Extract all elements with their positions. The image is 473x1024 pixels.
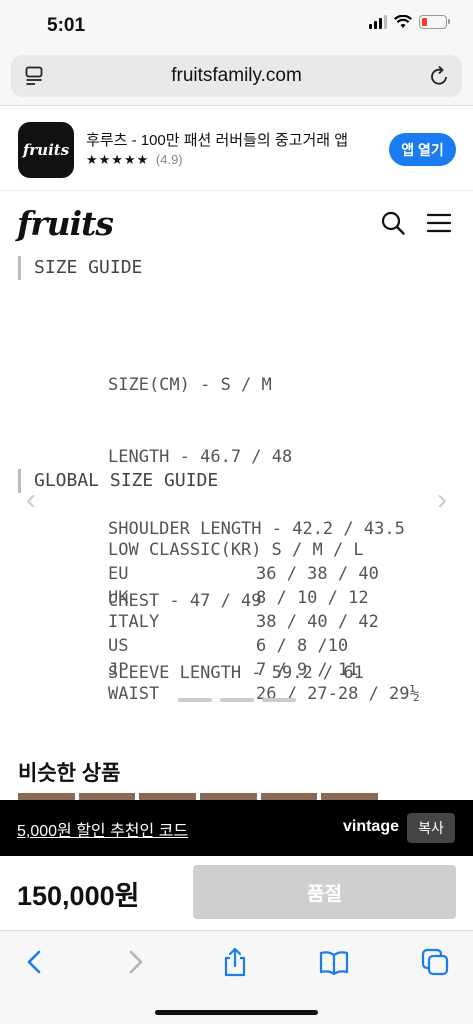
sold-out-button[interactable]: 품절 [193,865,456,919]
global-size-row: UK 8 / 10 / 12 [108,586,420,610]
product-description-image: SIZE GUIDE SIZE(CM) - S / M LENGTH - 46.… [0,253,473,748]
app-rating: ★★★★★ (4.9) [86,152,183,168]
global-size-value: 36 / 38 / 40 [256,564,379,584]
referral-bar: 5,000원 할인 추천인 코드 vintage 복사 [0,800,473,856]
battery-icon [419,15,450,29]
rating-score: (4.9) [155,152,183,167]
size-guide-heading: SIZE GUIDE [18,256,142,280]
wifi-icon [394,15,412,28]
similar-products-title: 비슷한 상품 [18,762,121,785]
global-size-header-row: LOW CLASSIC(KR) S / M / L [108,538,420,562]
back-icon[interactable] [20,947,50,977]
global-size-value: S / M / L [271,540,364,560]
global-size-value: 8 / 10 / 12 [256,588,369,608]
global-size-value: 6 / 8 /10 [256,636,349,656]
size-line: SIZE(CM) - S / M [108,375,272,395]
cellular-signal-icon [369,15,387,29]
star-rating-icon: ★★★★★ [86,152,150,167]
hamburger-menu-icon[interactable] [427,213,451,233]
status-bar: 5:01 [0,0,473,50]
purchase-bar: 150,000원 품절 [0,856,473,930]
image-pagination-dots [178,698,296,702]
reload-icon[interactable] [430,65,450,87]
size-line: LENGTH - 46.7 / 48 [108,447,293,467]
referral-link[interactable]: 5,000원 할인 추천인 코드 [17,817,188,841]
app-install-banner: fruits 후루츠 - 100만 패션 러버들의 중고거래 앱 ★★★★★ (… [0,107,473,191]
global-size-table: LOW CLASSIC(KR) S / M / L EU 36 / 38 / 4… [108,538,420,706]
app-title: 후루츠 - 100만 패션 러버들의 중고거래 앱 [86,132,349,149]
global-size-label: ITALY [108,612,160,632]
global-size-label: JP [108,660,129,680]
global-size-row: EU 36 / 38 / 40 [108,562,420,586]
global-size-row: ITALY 38 / 40 / 42 [108,610,420,634]
status-time: 5:01 [47,15,86,36]
address-bar[interactable]: fruitsfamily.com [11,55,462,97]
home-indicator [155,1010,318,1015]
global-size-label: EU [108,564,129,584]
global-size-label: UK [108,588,129,608]
image-prev-arrow-icon[interactable]: ‹ [26,483,36,517]
global-size-value: 7 / 9 / 11 [256,660,359,680]
global-size-label: US [108,636,129,656]
copy-button[interactable]: 복사 [407,813,455,843]
status-icons [369,15,450,29]
browser-address-area: fruitsfamily.com [0,50,473,106]
global-size-row: JP 7 / 9 / 11 [108,658,420,682]
app-icon[interactable]: fruits [18,122,74,178]
product-price: 150,000원 [17,881,140,911]
global-size-row: WAIST 26 / 27-28 / 29½ [108,682,420,706]
bookmarks-icon[interactable] [319,947,349,977]
global-size-label: LOW CLASSIC(KR) [108,540,262,560]
tabs-icon[interactable] [420,947,450,977]
site-header: fruits [0,191,473,253]
forward-icon[interactable] [120,947,150,977]
referral-code: vintage [342,818,399,835]
global-size-value: 38 / 40 / 42 [256,612,379,632]
share-icon[interactable] [220,947,250,977]
open-app-button[interactable]: 앱 열기 [389,133,456,166]
global-size-row: US 6 / 8 /10 [108,634,420,658]
url-text[interactable]: fruitsfamily.com [11,65,462,87]
image-next-arrow-icon[interactable]: › [437,483,447,517]
global-size-guide-heading: GLOBAL SIZE GUIDE [18,469,218,493]
global-size-value: 26 / 27-28 / 29½ [256,684,420,704]
global-size-label: WAIST [108,684,160,704]
site-logo[interactable]: fruits [17,204,114,243]
browser-toolbar [0,930,473,1024]
search-icon[interactable] [381,211,405,235]
